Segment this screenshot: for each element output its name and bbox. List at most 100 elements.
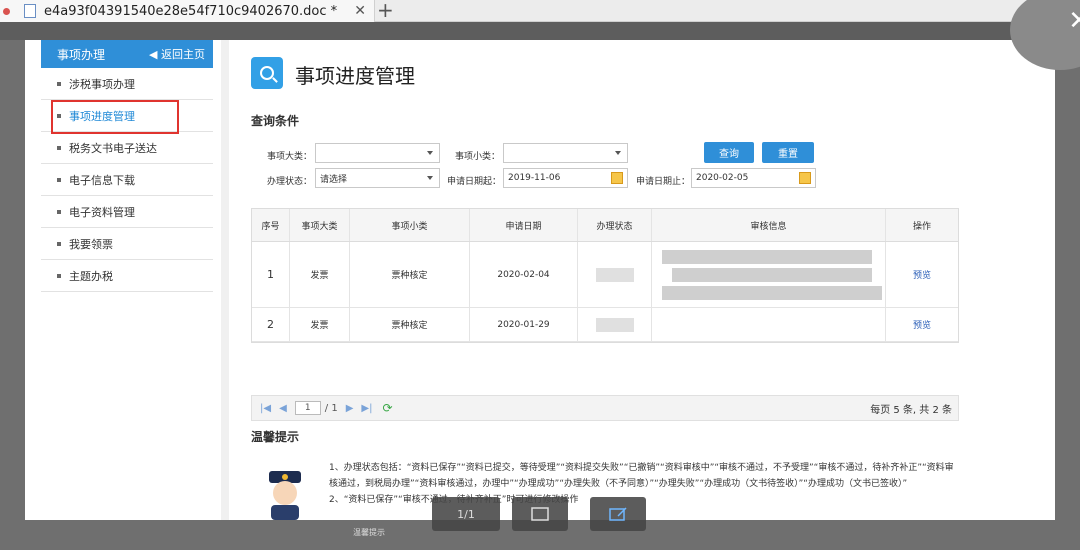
- search-button[interactable]: 查询: [704, 142, 754, 163]
- viewer-overlay-top: [0, 22, 1080, 40]
- edit-button[interactable]: [590, 497, 646, 531]
- table-row: 2 发票 票种核定 2020-01-29 预览: [252, 308, 958, 342]
- bullet-icon: [57, 177, 61, 182]
- row-date: 2020-02-04: [470, 242, 578, 307]
- bullet-icon: [57, 145, 61, 150]
- page-counter: 1/1: [432, 497, 500, 531]
- reset-button[interactable]: 重置: [762, 142, 814, 163]
- prev-page-icon[interactable]: ◀: [279, 403, 287, 414]
- chevron-down-icon: [615, 151, 621, 155]
- bullet-icon: [57, 209, 61, 214]
- sidebar-item-theme-tax[interactable]: 主题办税: [41, 260, 213, 292]
- page-total: / 1: [324, 402, 338, 414]
- screenshot-frame: 事项办理 ◀ 返回主页 涉税事项办理 事项进度管理 税务文书电子送达 电子信息下…: [25, 40, 1055, 520]
- tax-officer-mascot: [269, 471, 301, 520]
- status-select-value: 请选择: [320, 174, 348, 185]
- row-review-info: [652, 308, 886, 341]
- chevron-down-icon: [427, 151, 433, 155]
- document-icon: [24, 4, 36, 18]
- sidebar-item-label: 电子信息下载: [69, 173, 135, 187]
- tab-indicator-icon: [3, 7, 10, 15]
- edit-icon: [609, 507, 627, 521]
- browser-tab-bar: e4a93f04391540e28e54f710c9402670.doc * ✕…: [0, 0, 1080, 22]
- bullet-icon: [57, 273, 61, 278]
- main-panel: 事项进度管理 查询条件 事项大类： 事项小类： 查询 重置 办理状态： 请选择 …: [221, 40, 1055, 520]
- sidebar-item-e-documents[interactable]: 电子资料管理: [41, 196, 213, 228]
- table-header-row: 序号 事项大类 事项小类 申请日期 办理状态 审核信息 操作: [252, 209, 958, 242]
- bullet-icon: [57, 81, 61, 86]
- row-category: 发票: [290, 242, 350, 307]
- fit-screen-button[interactable]: [512, 497, 568, 531]
- row-subcategory: 票种核定: [350, 308, 470, 341]
- row-date: 2020-01-29: [470, 308, 578, 341]
- sidebar-item-e-delivery[interactable]: 税务文书电子送达: [41, 132, 213, 164]
- document-tab[interactable]: e4a93f04391540e28e54f710c9402670.doc * ✕: [0, 0, 375, 22]
- status-label: 办理状态：: [267, 177, 313, 187]
- column-header: 办理状态: [578, 209, 652, 241]
- start-date-field[interactable]: 2019-11-06: [503, 168, 628, 188]
- chevron-down-icon: [427, 176, 433, 180]
- status-select[interactable]: 请选择: [315, 168, 440, 188]
- table-row: 1 发票 票种核定 2020-02-04 预览: [252, 242, 958, 308]
- row-review-redacted: [652, 242, 886, 307]
- subcategory-label: 事项小类：: [455, 152, 501, 162]
- end-date-label: 申请日期止：: [636, 177, 691, 187]
- sidebar-item-label: 税务文书电子送达: [69, 141, 157, 155]
- back-home-link[interactable]: ◀ 返回主页: [149, 46, 205, 62]
- column-header: 序号: [252, 209, 290, 241]
- first-page-icon[interactable]: |◀: [260, 403, 271, 414]
- sidebar-item-invoice[interactable]: 我要领票: [41, 228, 213, 260]
- sidebar-item-label: 我要领票: [69, 237, 113, 251]
- sidebar-item-label: 电子资料管理: [69, 205, 135, 219]
- start-date-value: 2019-11-06: [508, 173, 561, 183]
- row-subcategory: 票种核定: [350, 242, 470, 307]
- category-select[interactable]: [315, 143, 440, 163]
- end-date-value: 2020-02-05: [696, 173, 749, 183]
- next-page-icon[interactable]: ▶: [346, 403, 354, 414]
- query-section-title: 查询条件: [251, 114, 300, 128]
- viewer-caption: 温馨提示: [353, 528, 385, 537]
- category-label: 事项大类：: [267, 152, 313, 162]
- tips-section-title: 温馨提示: [251, 430, 300, 444]
- preview-link[interactable]: 预览: [886, 242, 958, 307]
- column-header: 审核信息: [652, 209, 886, 241]
- column-header: 申请日期: [470, 209, 578, 241]
- subcategory-select[interactable]: [503, 143, 628, 163]
- row-status-redacted: [578, 308, 652, 341]
- sidebar-item-tax-matters[interactable]: 涉税事项办理: [41, 68, 213, 100]
- search-icon: [251, 57, 283, 89]
- sidebar-item-label: 涉税事项办理: [69, 77, 135, 91]
- tab-close-icon[interactable]: ✕: [354, 3, 366, 19]
- sidebar-item-e-download[interactable]: 电子信息下载: [41, 164, 213, 196]
- calendar-icon[interactable]: [611, 172, 623, 184]
- highlight-box: [51, 100, 179, 134]
- column-header: 操作: [912, 221, 931, 232]
- tips-line-1: 1、办理状态包括：“资料已保存”“资料已提交，等待受理”“资料提交失败”“已撤销…: [329, 463, 954, 489]
- close-icon[interactable]: ✕: [1068, 6, 1080, 36]
- column-header: 事项小类: [350, 209, 470, 241]
- preview-link[interactable]: 预览: [886, 308, 958, 341]
- row-status-redacted: [578, 242, 652, 307]
- pagination-bar: |◀ ◀ 1 / 1 ▶ ▶| ⟳ 每页 5 条, 共 2 条: [251, 395, 959, 421]
- last-page-icon[interactable]: ▶|: [361, 403, 372, 414]
- sidebar-item-label: 主题办税: [69, 269, 113, 283]
- sidebar: 事项办理 ◀ 返回主页 涉税事项办理 事项进度管理 税务文书电子送达 电子信息下…: [41, 40, 213, 520]
- row-number: 2: [252, 308, 290, 341]
- page-title: 事项进度管理: [295, 64, 415, 88]
- column-header: 事项大类: [290, 209, 350, 241]
- fit-screen-icon: [531, 507, 549, 521]
- new-tab-icon[interactable]: +: [377, 0, 394, 22]
- panel-gutter: [221, 40, 229, 520]
- end-date-field[interactable]: 2020-02-05: [691, 168, 816, 188]
- progress-table: 序号 事项大类 事项小类 申请日期 办理状态 审核信息 操作 1 发票 票种核定…: [251, 208, 959, 343]
- row-category: 发票: [290, 308, 350, 341]
- sidebar-header: 事项办理 ◀ 返回主页: [41, 40, 213, 68]
- refresh-icon[interactable]: ⟳: [382, 401, 392, 415]
- row-number: 1: [252, 242, 290, 307]
- page-number-input[interactable]: 1: [294, 401, 321, 415]
- document-tab-title: e4a93f04391540e28e54f710c9402670.doc *: [44, 3, 338, 19]
- sidebar-header-title: 事项办理: [57, 47, 106, 62]
- calendar-icon[interactable]: [799, 172, 811, 184]
- start-date-label: 申请日期起：: [447, 177, 502, 187]
- page-summary: 每页 5 条, 共 2 条: [870, 404, 952, 416]
